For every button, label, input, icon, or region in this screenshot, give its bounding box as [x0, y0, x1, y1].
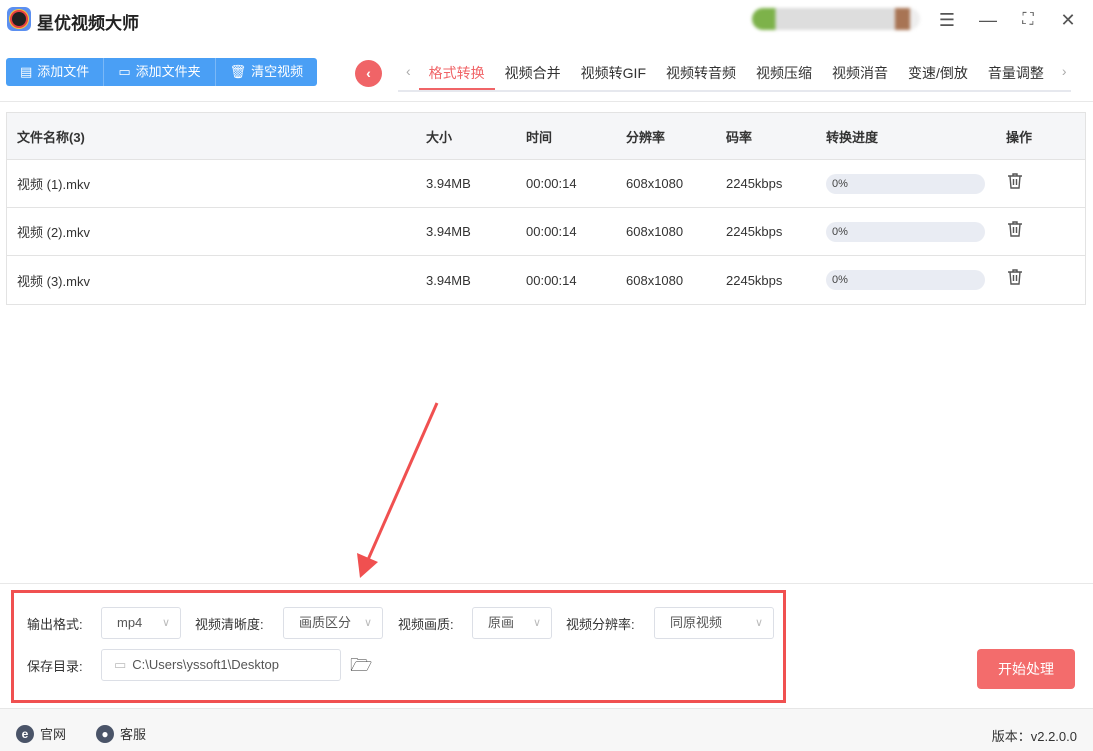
chevron-down-icon: ∨: [161, 617, 170, 629]
chevron-down-icon: ∨: [363, 617, 372, 629]
chevron-down-icon: ∨: [532, 617, 541, 629]
save-dir-input[interactable]: ▭ C:\Users\yssoft1\Desktop: [101, 649, 341, 681]
chat-icon: ●: [96, 724, 114, 743]
website-link[interactable]: e 官网: [16, 724, 66, 743]
start-button[interactable]: 开始处理: [977, 649, 1075, 689]
format-value: mp4: [117, 615, 143, 630]
footer: e 官网 ● 客服 版本：v2.2.0.0: [0, 708, 1093, 751]
resolution-label: 视频分辨率:: [566, 617, 635, 632]
browser-icon: e: [16, 724, 34, 743]
resolution-value: 同原视频: [670, 615, 723, 630]
save-dir-value: C:\Users\yssoft1\Desktop: [132, 657, 279, 672]
chevron-down-icon: ∨: [754, 617, 763, 629]
resolution-select[interactable]: 同原视频 ∨: [654, 607, 774, 639]
open-folder-icon[interactable]: 🗁: [350, 653, 372, 683]
clarity-label: 视频清晰度:: [195, 617, 264, 632]
service-link[interactable]: ● 客服: [96, 724, 146, 743]
clarity-value: 画质区分: [299, 615, 352, 630]
quality-select[interactable]: 原画 ∨: [472, 607, 552, 639]
quality-label: 视频画质:: [398, 617, 454, 632]
format-select[interactable]: mp4 ∨: [101, 607, 181, 639]
quality-value: 原画: [488, 615, 515, 630]
format-label: 输出格式:: [27, 617, 83, 632]
service-label: 客服: [120, 727, 147, 742]
clarity-select[interactable]: 画质区分 ∨: [283, 607, 383, 639]
version-text: 版本：v2.2.0.0: [991, 729, 1077, 744]
folder-icon: ▭: [114, 657, 127, 672]
save-dir-label: 保存目录:: [27, 659, 83, 674]
website-label: 官网: [40, 727, 67, 742]
